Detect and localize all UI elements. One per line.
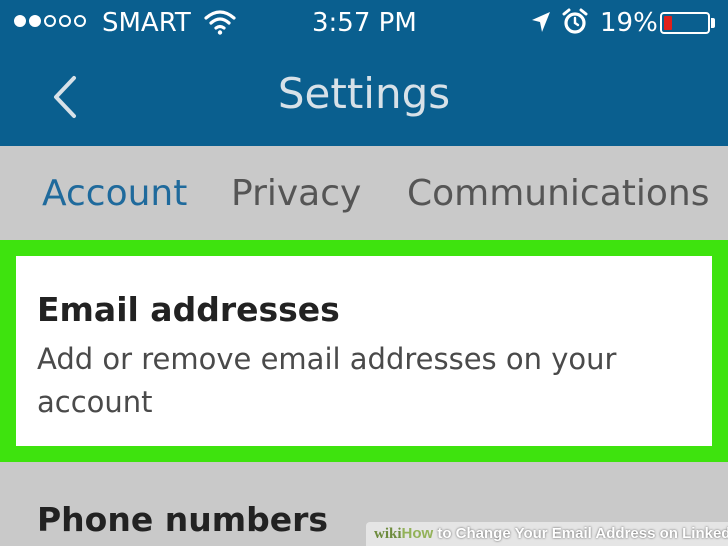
- status-bar: SMART 3:57 PM 19%: [0, 0, 728, 46]
- settings-tabs: Account Privacy Communications: [0, 146, 728, 240]
- watermark-text: to Change Your Email Address on Linkedin: [433, 525, 728, 542]
- nav-bar: Settings: [0, 46, 728, 146]
- battery-icon: [660, 12, 710, 34]
- watermark-logo: wiki: [374, 526, 402, 542]
- battery-terminal: [711, 18, 715, 28]
- signal-dot: [14, 15, 26, 27]
- signal-dot: [74, 15, 86, 27]
- wifi-icon: [204, 10, 236, 35]
- email-addresses-item[interactable]: Email addresses Add or remove email addr…: [16, 256, 712, 446]
- signal-dot: [44, 15, 56, 27]
- item-description: Add or remove email addresses on your ac…: [37, 342, 617, 419]
- watermark: wikiHow to Change Your Email Address on …: [366, 522, 728, 546]
- item-title: Phone numbers: [37, 500, 329, 539]
- tab-privacy[interactable]: Privacy: [231, 172, 361, 216]
- signal-dot: [59, 15, 71, 27]
- signal-strength-icon: [14, 15, 86, 27]
- status-time: 3:57 PM: [312, 8, 417, 38]
- watermark-how: How: [401, 525, 434, 542]
- battery-percent: 19%: [600, 8, 658, 38]
- battery-level: [664, 16, 672, 30]
- carrier-name: SMART: [102, 8, 191, 38]
- signal-dot: [29, 15, 41, 27]
- location-arrow-icon: [532, 12, 550, 32]
- tab-account[interactable]: Account: [42, 172, 187, 216]
- tab-communications[interactable]: Communications: [407, 172, 710, 216]
- item-title: Email addresses: [37, 290, 340, 329]
- page-title: Settings: [277, 69, 451, 118]
- alarm-clock-icon: [562, 8, 588, 34]
